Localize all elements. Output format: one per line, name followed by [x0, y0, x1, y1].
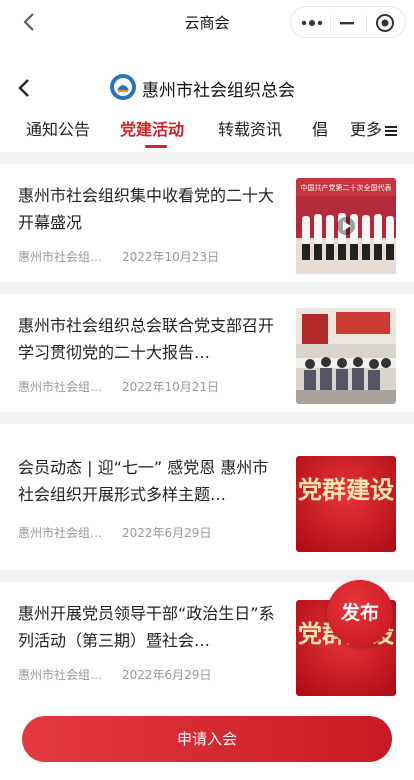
- article-title: 会员动态 | 迎“七一” 感党恩 惠州市社会组织开展形式多样主题…: [18, 458, 269, 504]
- minimize-icon[interactable]: [339, 16, 355, 30]
- tab-party-activities[interactable]: 党建活动: [120, 116, 184, 140]
- more-dots-icon[interactable]: [301, 16, 323, 30]
- list-item[interactable]: 惠州市社会组织集中收看党的二十大开幕盛况 惠州市社会组织总会 2022年10月2…: [0, 164, 414, 282]
- list-item[interactable]: 会员动态 | 迎“七一” 感党恩 惠州市社会组织开展形式多样主题… 惠州市社会组…: [0, 424, 414, 552]
- tab-notices[interactable]: 通知公告: [26, 116, 90, 140]
- join-button[interactable]: 申请入会: [22, 716, 392, 762]
- article-source: 惠州市社会组织总会: [18, 526, 110, 540]
- tab-initiative[interactable]: 倡: [312, 116, 328, 140]
- thumbnail-caption: 中国共产党第二十次全国代表: [301, 183, 392, 192]
- org-title: 惠州市社会组织总会: [142, 81, 295, 101]
- article-date: 2022年10月23日: [122, 250, 220, 264]
- back-arrow-icon[interactable]: [14, 76, 34, 100]
- article-date: 2022年10月21日: [122, 380, 220, 394]
- article-thumbnail: 党群建设: [296, 456, 396, 552]
- tab-reprinted-news[interactable]: 转载资讯: [218, 116, 282, 140]
- category-tabs: 通知公告 党建活动 转载资讯 倡 更多: [0, 108, 414, 150]
- thumbnail-text: 党群建设: [298, 475, 394, 504]
- more-tabs-button[interactable]: 更多: [350, 116, 398, 140]
- article-source: 惠州市社会组织总会: [18, 668, 110, 682]
- list-item[interactable]: 惠州市社会组织总会联合党支部召开学习贯彻党的二十大报告… 惠州市社会组织总会 2…: [0, 294, 414, 412]
- article-date: 2022年6月29日: [122, 668, 212, 682]
- article-title: 惠州市社会组织总会联合党支部召开学习贯彻党的二十大报告…: [18, 316, 275, 362]
- close-circle-icon[interactable]: [375, 13, 395, 33]
- menu-icon: [385, 125, 398, 136]
- article-date: 2022年6月29日: [122, 526, 212, 540]
- divider: [0, 152, 414, 164]
- active-tab-indicator: [145, 145, 167, 148]
- org-logo-icon: [110, 74, 136, 100]
- org-header: 惠州市社会组织总会: [0, 68, 414, 108]
- article-title: 惠州开展党员领导干部“政治生日”系列活动（第三期）暨社会…: [18, 604, 275, 650]
- more-tabs-label: 更多: [350, 120, 383, 139]
- divider: [0, 282, 414, 294]
- top-navbar: 云商会: [0, 0, 414, 44]
- divider: [0, 412, 414, 424]
- article-source: 惠州市社会组织总会: [18, 380, 110, 394]
- article-source: 惠州市社会组织总会: [18, 250, 110, 264]
- article-thumbnail: [296, 308, 396, 404]
- article-title: 惠州市社会组织集中收看党的二十大开幕盛况: [18, 186, 275, 232]
- publish-button[interactable]: 发布: [327, 580, 393, 646]
- mini-program-capsule: [290, 6, 406, 38]
- article-thumbnail: 中国共产党第二十次全国代表: [296, 178, 396, 274]
